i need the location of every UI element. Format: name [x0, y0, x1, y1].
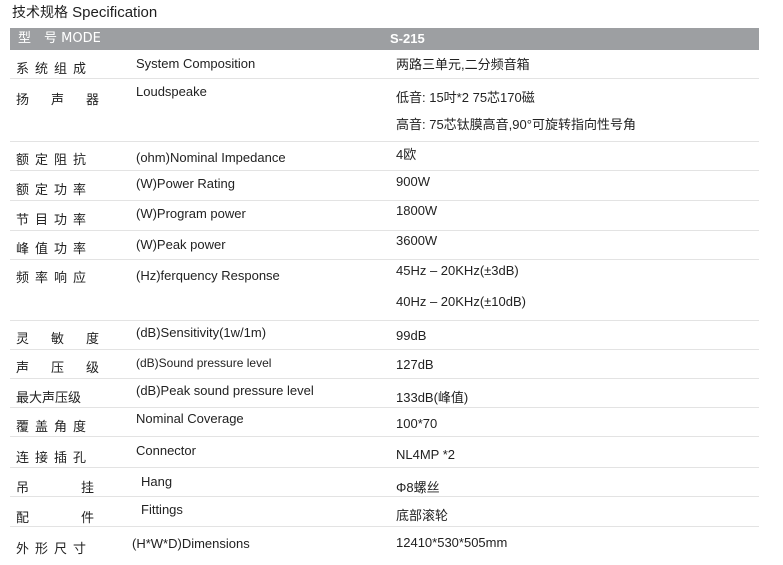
spec-row-frequency-response: 频率响应 (Hz)ferquency Response 45Hz – 20KHz… — [10, 260, 759, 321]
spec-row-hang: 吊挂 Hang Φ8螺丝 — [10, 468, 759, 497]
value: 12410*530*505mm — [396, 535, 508, 550]
value: 99dB — [396, 328, 427, 343]
label-en: System Composition — [136, 56, 256, 71]
value: 底部滚轮 — [396, 508, 449, 523]
spec-header-bar: 型 号 MODE S-215 — [10, 28, 759, 50]
title-en: Specification — [72, 4, 158, 21]
label-cn: 额定阻抗 — [16, 153, 93, 168]
spec-row-coverage: 覆盖角度 Nominal Coverage 100*70 — [10, 408, 759, 437]
page-title: 技术规格 Specification — [12, 2, 157, 24]
value: 133dB(峰值) — [396, 390, 469, 405]
label-cn: 最大声压级 — [16, 391, 82, 406]
label-en: (W)Power Rating — [136, 176, 235, 191]
spec-row-connector: 连接插孔 Connector NL4MP *2 — [10, 437, 759, 468]
value: 100*70 — [396, 416, 438, 431]
label-en: Connector — [136, 443, 196, 458]
label-en: (dB)Sound pressure level — [136, 356, 272, 370]
spec-row-loudspeaker: 扬声器 Loudspeake 低音: 15吋*2 75芯170磁 高音: 75芯… — [10, 79, 759, 142]
value: 4欧 — [396, 147, 417, 162]
label-cn: 覆盖角度 — [16, 420, 93, 435]
label-en: Fittings — [141, 502, 183, 517]
label-en: (dB)Peak sound pressure level — [136, 383, 314, 398]
spec-row-impedance: 额定阻抗 (ohm)Nominal Impedance 4欧 — [10, 142, 759, 171]
label-cn: 频率响应 — [16, 271, 93, 286]
value: NL4MP *2 — [396, 447, 456, 462]
spec-row-peak-spl: 最大声压级 (dB)Peak sound pressure level 133d… — [10, 379, 759, 408]
spec-row-program-power: 节目功率 (W)Program power 1800W — [10, 201, 759, 231]
value-3db: 45Hz – 20KHz(±3dB) — [396, 263, 519, 278]
label-cn: 额定功率 — [16, 183, 93, 198]
header-type-label: 型 号 MODE — [18, 31, 101, 46]
label-cn: 扬声器 — [16, 93, 122, 108]
spec-row-composition: 系统组成 System Composition 两路三单元,二分频音箱 — [10, 52, 759, 79]
label-en: (W)Program power — [136, 206, 246, 221]
value: 900W — [396, 174, 430, 189]
label-en: (dB)Sensitivity(1w/1m) — [136, 325, 267, 340]
label-en: Hang — [141, 474, 173, 489]
spec-row-power-rating: 额定功率 (W)Power Rating 900W — [10, 171, 759, 201]
label-cn: 声压级 — [16, 361, 122, 376]
label-cn: 配件 — [16, 511, 147, 526]
value: 两路三单元,二分频音箱 — [396, 57, 530, 72]
spec-row-spl: 声压级 (dB)Sound pressure level 127dB — [10, 350, 759, 379]
value: 1800W — [396, 203, 438, 218]
label-cn: 峰值功率 — [16, 242, 93, 257]
value-10db: 40Hz – 20KHz(±10dB) — [396, 294, 526, 309]
label-cn: 节目功率 — [16, 213, 93, 228]
label-cn: 外形尺寸 — [16, 542, 93, 557]
title-cn: 技术规格 — [12, 5, 68, 21]
value-tweeter: 高音: 75芯钛膜高音,90°可旋转指向性号角 — [396, 117, 636, 132]
label-cn: 系统组成 — [16, 62, 93, 77]
label-en: (Hz)ferquency Response — [136, 268, 280, 283]
label-en: (ohm)Nominal Impedance — [136, 150, 286, 165]
label-cn: 连接插孔 — [16, 451, 93, 466]
value: Φ8螺丝 — [396, 480, 440, 495]
spec-row-dimensions: 外形尺寸 (H*W*D)Dimensions 12410*530*505mm — [10, 527, 759, 561]
label-cn: 灵敏度 — [16, 332, 122, 347]
header-model: S-215 — [390, 31, 425, 46]
value: 3600W — [396, 233, 438, 248]
spec-row-fittings: 配件 Fittings 底部滚轮 — [10, 497, 759, 527]
label-en: (W)Peak power — [136, 237, 226, 252]
label-cn: 吊挂 — [16, 481, 147, 496]
label-en: Nominal Coverage — [136, 411, 244, 426]
label-en: (H*W*D)Dimensions — [132, 536, 250, 551]
label-en: Loudspeake — [136, 84, 207, 99]
value: 127dB — [396, 357, 434, 372]
value-woofer: 低音: 15吋*2 75芯170磁 — [396, 90, 535, 105]
spec-row-peak-power: 峰值功率 (W)Peak power 3600W — [10, 231, 759, 260]
spec-row-sensitivity: 灵敏度 (dB)Sensitivity(1w/1m) 99dB — [10, 321, 759, 350]
